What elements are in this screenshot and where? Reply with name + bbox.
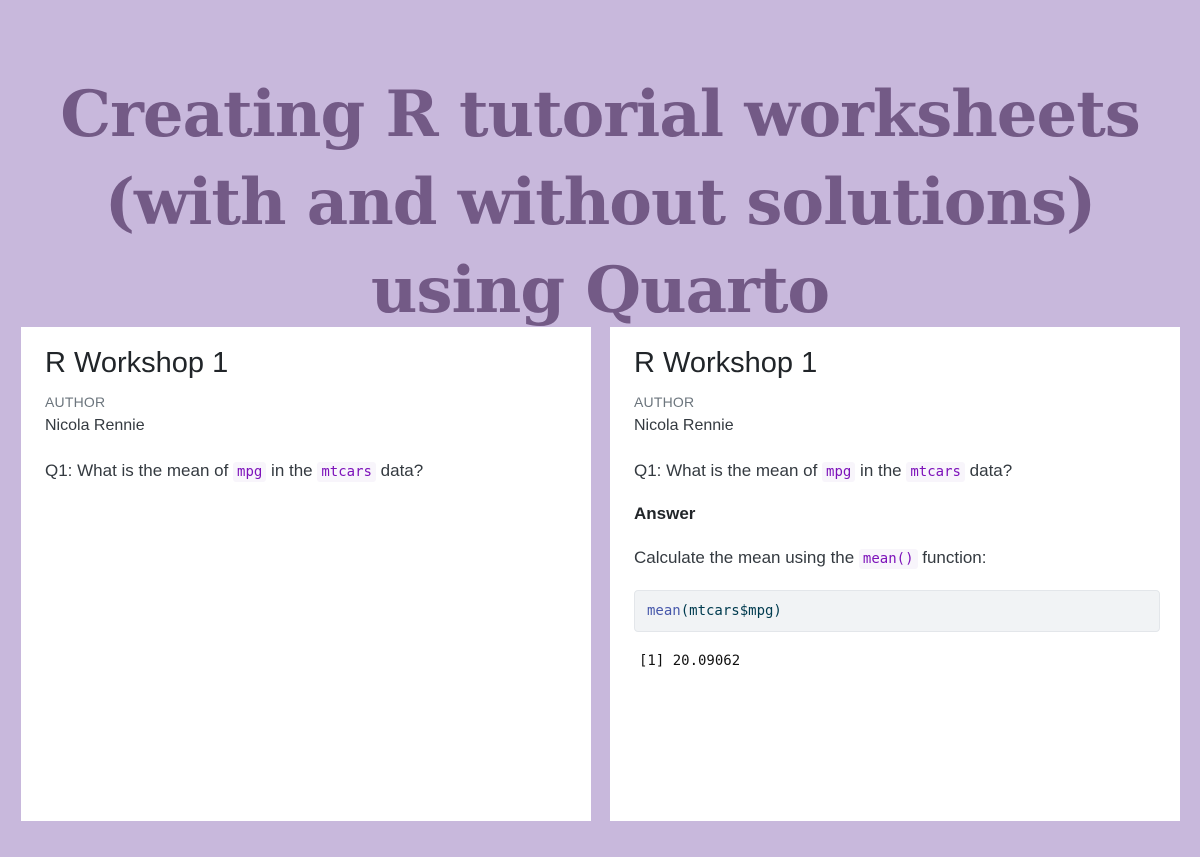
inline-code-mean: mean() [858, 549, 918, 569]
code-block[interactable]: mean(mtcars$mpg) [634, 590, 1160, 632]
question-text-prefix: Q1: What is the mean of [45, 461, 234, 480]
headline-line-2: (with and without solutions) [104, 164, 1097, 240]
code-function-args: (mtcars$mpg) [680, 603, 782, 619]
author-name: Nicola Rennie [45, 417, 145, 434]
headline: Creating R tutorial worksheets (with and… [0, 71, 1200, 335]
answer-heading: Answer [634, 504, 696, 523]
inline-code-mtcars: mtcars [906, 462, 965, 482]
code-output: [1] 20.09062 [639, 653, 741, 669]
inline-code-mtcars: mtcars [317, 462, 376, 482]
question-1: Q1: What is the mean of mpg in the mtcar… [45, 459, 423, 484]
worksheet-with-solutions: R Workshop 1 AUTHOR Nicola Rennie Q1: Wh… [610, 327, 1180, 821]
worksheet-without-solutions: R Workshop 1 AUTHOR Nicola Rennie Q1: Wh… [21, 327, 591, 821]
question-1: Q1: What is the mean of mpg in the mtcar… [634, 459, 1012, 484]
question-text-middle: in the [855, 461, 907, 480]
author-label: AUTHOR [45, 394, 106, 410]
code-function-name: mean [647, 603, 681, 619]
inline-code-mpg: mpg [822, 462, 856, 482]
answer-text-prefix: Calculate the mean using the [634, 548, 859, 567]
doc-title: R Workshop 1 [634, 347, 818, 379]
answer-text-suffix: function: [917, 548, 987, 567]
author-name: Nicola Rennie [634, 417, 734, 434]
doc-title: R Workshop 1 [45, 347, 229, 379]
headline-line-1: Creating R tutorial worksheets [60, 76, 1141, 152]
answer-text: Calculate the mean using the mean() func… [634, 548, 987, 569]
question-text-middle: in the [266, 461, 318, 480]
question-text-suffix: data? [375, 461, 424, 480]
headline-line-3: using Quarto [370, 252, 830, 328]
question-text-suffix: data? [964, 461, 1013, 480]
inline-code-mpg: mpg [233, 462, 267, 482]
question-text-prefix: Q1: What is the mean of [634, 461, 823, 480]
author-label: AUTHOR [634, 394, 695, 410]
